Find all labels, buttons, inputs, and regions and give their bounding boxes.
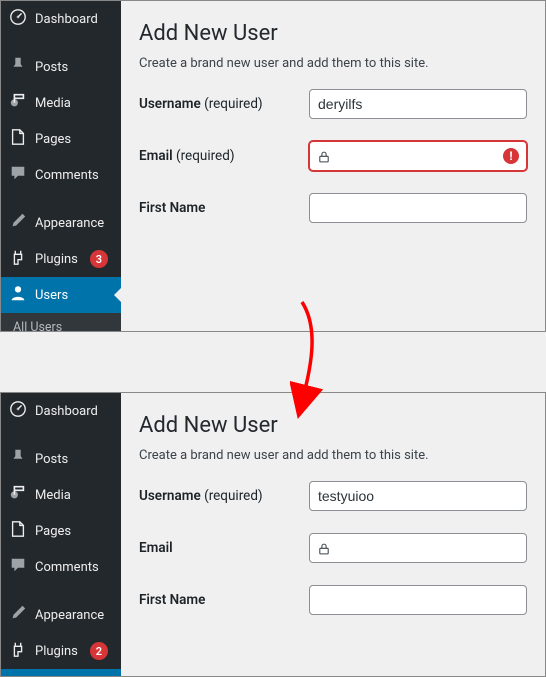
sidebar-item-label: Posts (35, 60, 68, 75)
email-label: Email (required) (139, 148, 309, 164)
sidebar-item-users[interactable]: Users (1, 669, 121, 676)
user-icon (9, 284, 27, 306)
sidebar-item-posts[interactable]: Posts (1, 441, 121, 477)
sidebar-item-label: Dashboard (35, 404, 98, 419)
sidebar-separator (1, 429, 121, 441)
sidebar-item-label: Plugins (35, 644, 78, 659)
sidebar-item-pages[interactable]: Pages (1, 121, 121, 157)
plugin-icon (9, 640, 27, 662)
dashboard-icon (9, 400, 27, 422)
sidebar-item-label: Comments (35, 168, 99, 183)
sidebar-item-label: Dashboard (35, 12, 98, 27)
row-email: Email (139, 533, 527, 563)
username-label: Username (required) (139, 488, 309, 504)
brush-icon (9, 604, 27, 626)
sidebar-item-media[interactable]: Media (1, 477, 121, 513)
sidebar-separator (1, 37, 121, 49)
email-input-wrap: ! (309, 141, 527, 171)
page-description: Create a brand new user and add them to … (139, 56, 527, 71)
sidebar-item-plugins[interactable]: Plugins 2 (1, 633, 121, 669)
email-input[interactable] (309, 533, 527, 563)
panel-before: Dashboard Posts Media Pages Comments App… (0, 0, 546, 332)
sidebar-item-label: Media (35, 488, 71, 503)
sidebar-item-label: Pages (35, 524, 71, 539)
row-email: Email (required) ! (139, 141, 527, 171)
row-firstname: First Name (139, 193, 527, 223)
email-input-wrap (309, 533, 527, 563)
sidebar-item-label: Comments (35, 560, 99, 575)
username-input[interactable] (309, 481, 527, 511)
pin-icon (9, 448, 27, 470)
sidebar-item-dashboard[interactable]: Dashboard (1, 1, 121, 37)
firstname-input[interactable] (309, 193, 527, 223)
firstname-input-wrap (309, 585, 527, 615)
admin-sidebar: Dashboard Posts Media Pages Comments App… (1, 1, 121, 331)
media-icon (9, 484, 27, 506)
sidebar-item-label: Posts (35, 452, 68, 467)
media-icon (9, 92, 27, 114)
sidebar-item-media[interactable]: Media (1, 85, 121, 121)
brush-icon (9, 212, 27, 234)
page-title: Add New User (139, 413, 527, 438)
sidebar-item-users[interactable]: Users (1, 277, 121, 313)
main-content: Add New User Create a brand new user and… (121, 1, 545, 331)
sidebar-item-comments[interactable]: Comments (1, 549, 121, 585)
sidebar-item-label: Media (35, 96, 71, 111)
sidebar-item-comments[interactable]: Comments (1, 157, 121, 193)
main-content: Add New User Create a brand new user and… (121, 393, 545, 676)
page-description: Create a brand new user and add them to … (139, 448, 527, 463)
page-title: Add New User (139, 21, 527, 46)
sidebar-item-pages[interactable]: Pages (1, 513, 121, 549)
sidebar-separator (1, 585, 121, 597)
username-input-wrap (309, 481, 527, 511)
email-label: Email (139, 540, 309, 556)
sidebar-subitem-all-users[interactable]: All Users (1, 313, 121, 331)
row-username: Username (required) (139, 481, 527, 511)
sidebar-item-label: Pages (35, 132, 71, 147)
panel-after: Dashboard Posts Media Pages Comments App… (0, 392, 546, 677)
firstname-input-wrap (309, 193, 527, 223)
sidebar-item-appearance[interactable]: Appearance (1, 205, 121, 241)
email-input[interactable] (309, 141, 527, 171)
dashboard-icon (9, 8, 27, 30)
sidebar-item-dashboard[interactable]: Dashboard (1, 393, 121, 429)
firstname-input[interactable] (309, 585, 527, 615)
pin-icon (9, 56, 27, 78)
sidebar-item-label: Appearance (35, 216, 104, 231)
username-input[interactable] (309, 89, 527, 119)
page-icon (9, 128, 27, 150)
plugin-icon (9, 248, 27, 270)
page-icon (9, 520, 27, 542)
sidebar-separator (1, 193, 121, 205)
plugins-update-badge: 3 (90, 250, 108, 268)
firstname-label: First Name (139, 592, 309, 608)
sidebar-item-appearance[interactable]: Appearance (1, 597, 121, 633)
admin-sidebar: Dashboard Posts Media Pages Comments App… (1, 393, 121, 676)
username-label: Username (required) (139, 96, 309, 112)
sidebar-item-label: Appearance (35, 608, 104, 623)
row-username: Username (required) (139, 89, 527, 119)
sidebar-item-posts[interactable]: Posts (1, 49, 121, 85)
plugins-update-badge: 2 (90, 642, 108, 660)
sidebar-item-plugins[interactable]: Plugins 3 (1, 241, 121, 277)
comment-icon (9, 556, 27, 578)
row-firstname: First Name (139, 585, 527, 615)
comment-icon (9, 164, 27, 186)
firstname-label: First Name (139, 200, 309, 216)
sidebar-item-label: Plugins (35, 252, 78, 267)
username-input-wrap (309, 89, 527, 119)
sidebar-item-label: Users (35, 288, 68, 303)
